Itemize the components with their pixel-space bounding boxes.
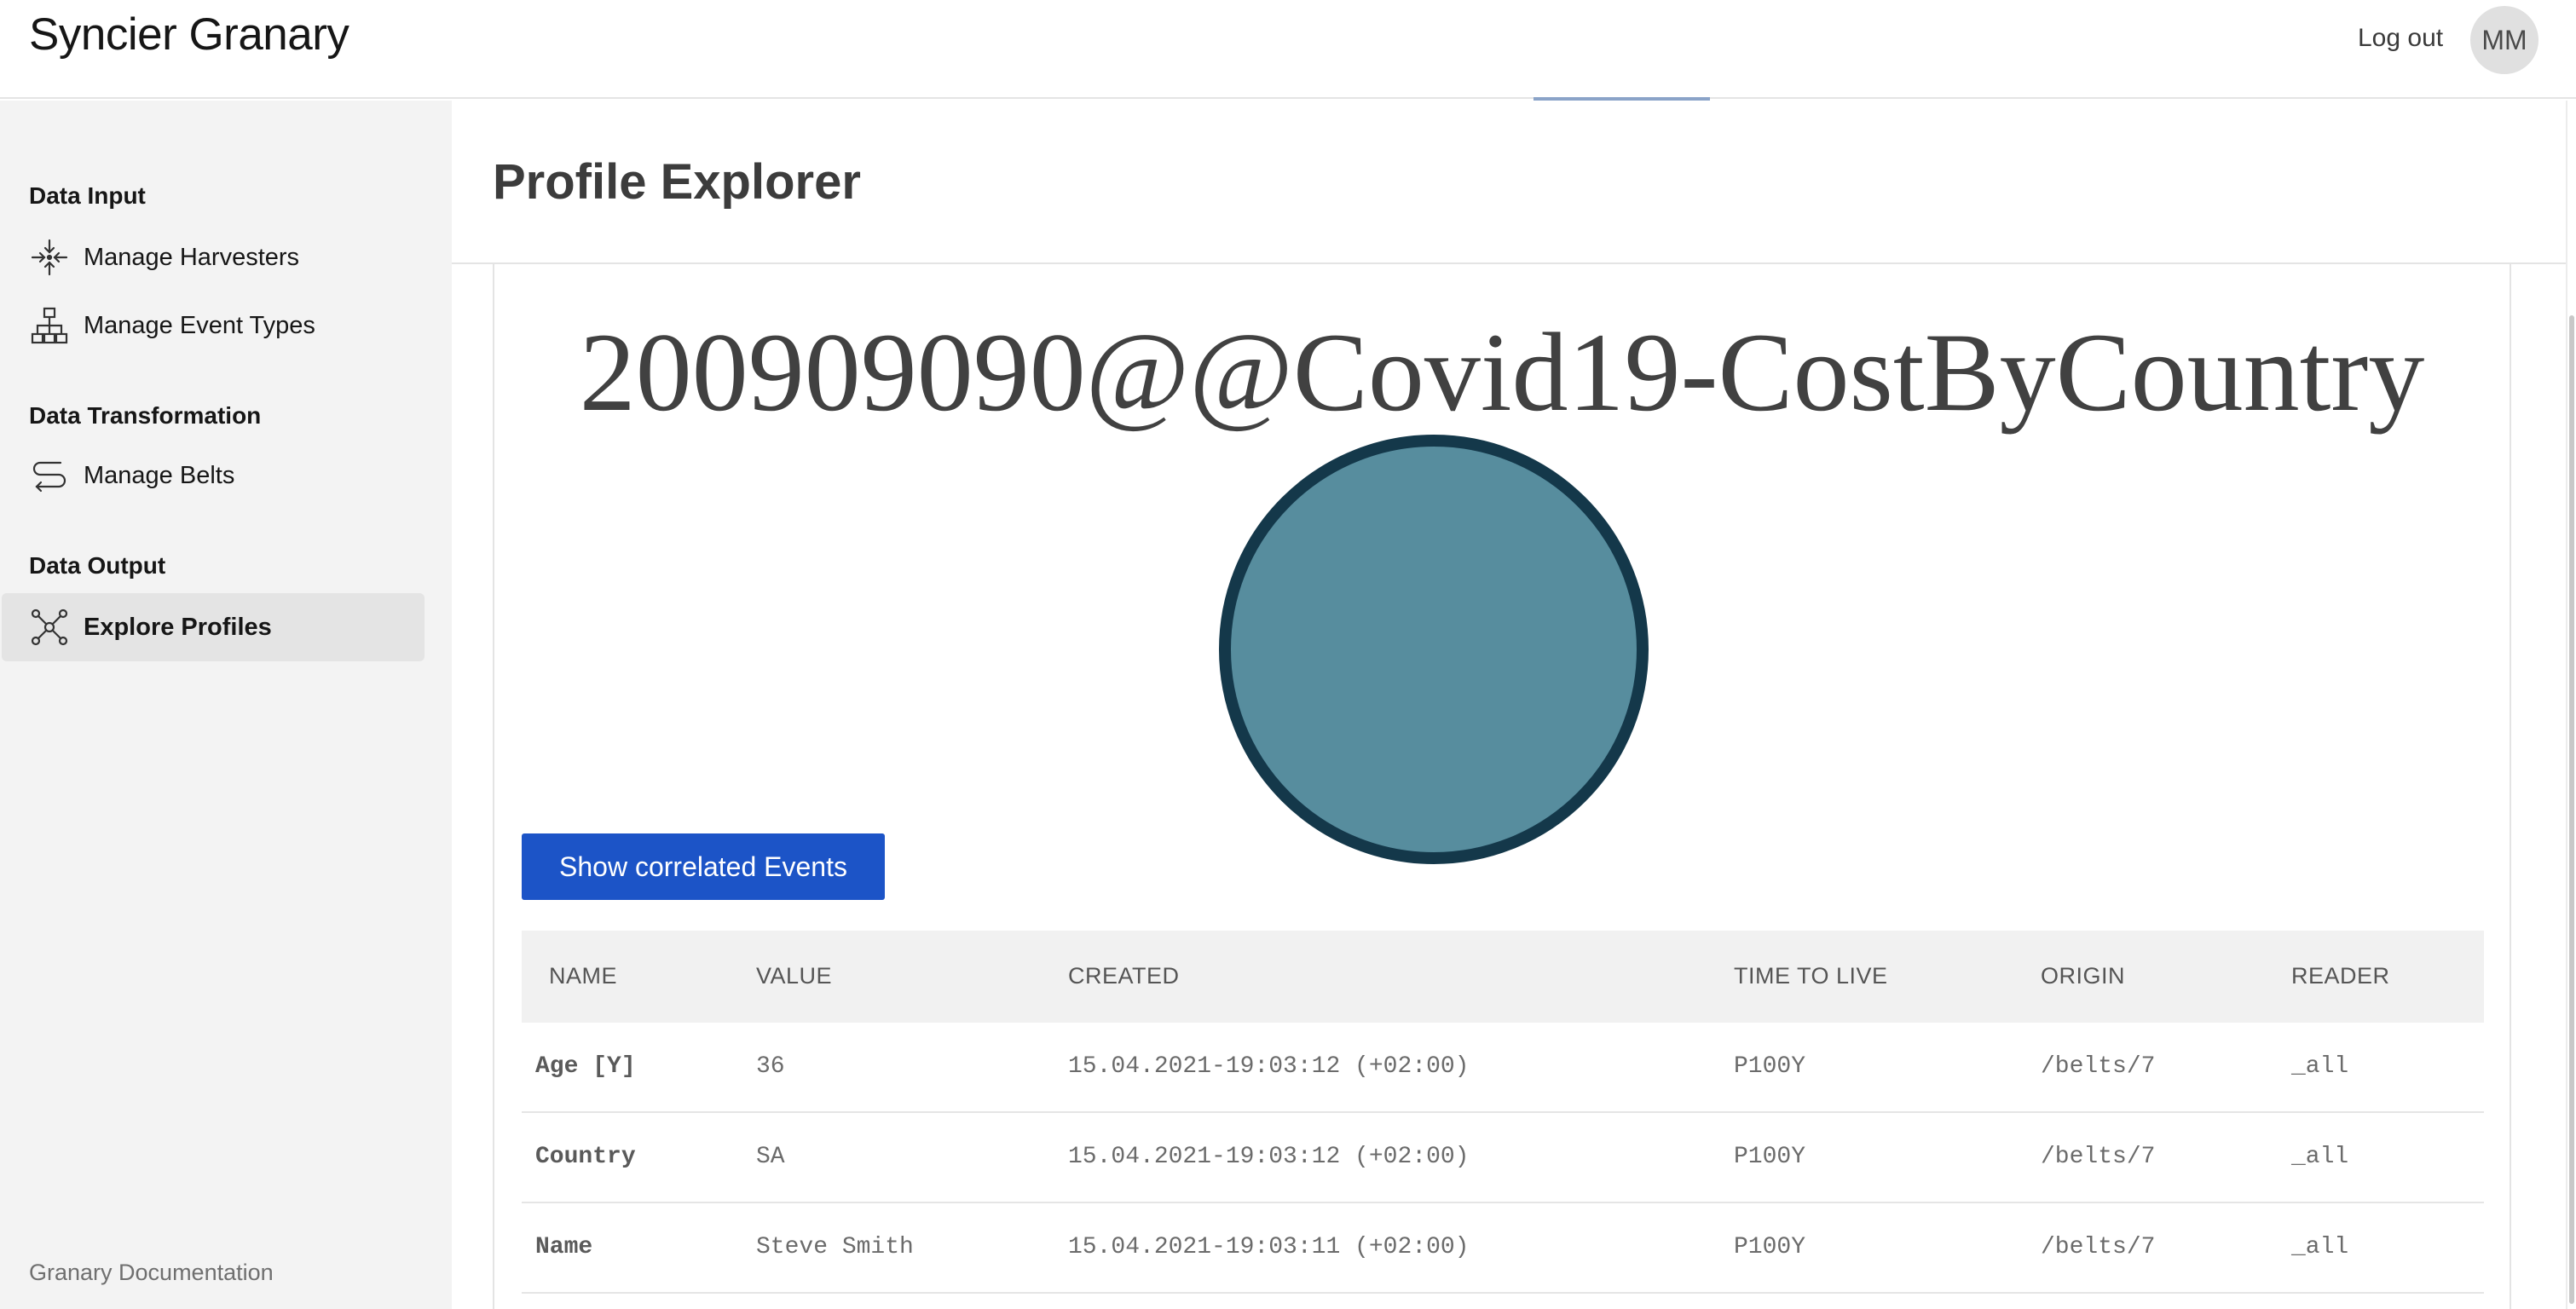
nav-heading-data-transformation: Data Transformation bbox=[29, 402, 262, 429]
sidebar-item-label: Manage Harvesters bbox=[84, 243, 300, 271]
column-header-ttl[interactable]: TIME TO LIVE bbox=[1734, 963, 1888, 989]
sidebar-item-label: Manage Belts bbox=[84, 461, 235, 489]
cell-reader: _all bbox=[2291, 1144, 2349, 1170]
cell-reader: _all bbox=[2291, 1053, 2349, 1080]
profile-id-heading: 200909090@@Covid19-CostByCountry bbox=[579, 309, 2425, 435]
cell-value: SA bbox=[756, 1144, 785, 1170]
cell-ttl: P100Y bbox=[1734, 1053, 1806, 1080]
cell-origin: /belts/7 bbox=[2041, 1144, 2156, 1170]
page-title: Profile Explorer bbox=[493, 154, 861, 210]
user-avatar[interactable]: MM bbox=[2470, 6, 2538, 74]
table-header: NAME VALUE CREATED TIME TO LIVE ORIGIN R… bbox=[522, 931, 2484, 1023]
cell-ttl: P100Y bbox=[1734, 1144, 1806, 1170]
table-row[interactable]: Country SA 15.04.2021-19:03:12 (+02:00) … bbox=[522, 1113, 2484, 1203]
sidebar-item-label: Manage Event Types bbox=[84, 311, 315, 339]
scrollbar-thumb[interactable] bbox=[2569, 315, 2574, 1304]
profile-attributes-table: NAME VALUE CREATED TIME TO LIVE ORIGIN R… bbox=[522, 931, 2484, 1294]
column-header-name[interactable]: NAME bbox=[549, 963, 617, 989]
cell-name: Age [Y] bbox=[535, 1053, 636, 1080]
cell-created: 15.04.2021-19:03:12 (+02:00) bbox=[1068, 1144, 1470, 1170]
cell-ttl: P100Y bbox=[1734, 1234, 1806, 1260]
sidebar-item-manage-event-types[interactable]: Manage Event Types bbox=[2, 291, 425, 360]
logout-link[interactable]: Log out bbox=[2358, 24, 2443, 53]
sidebar: Data Input Manage Harvesters Manage Even… bbox=[0, 101, 452, 1309]
nav-heading-data-input: Data Input bbox=[29, 182, 146, 209]
sidebar-item-manage-harvesters[interactable]: Manage Harvesters bbox=[2, 223, 425, 291]
cell-name: Name bbox=[535, 1234, 593, 1260]
documentation-link[interactable]: Granary Documentation bbox=[29, 1260, 274, 1286]
belt-route-icon bbox=[29, 455, 70, 496]
column-header-value[interactable]: VALUE bbox=[756, 963, 832, 989]
nav-heading-data-output: Data Output bbox=[29, 552, 166, 579]
app-title[interactable]: Syncier Granary bbox=[29, 9, 349, 61]
cell-created: 15.04.2021-19:03:11 (+02:00) bbox=[1068, 1234, 1470, 1260]
cell-reader: _all bbox=[2291, 1234, 2349, 1260]
harvester-icon bbox=[29, 237, 70, 278]
top-header: Syncier Granary Log out MM bbox=[0, 0, 2576, 101]
network-icon bbox=[29, 607, 70, 648]
show-correlated-events-button[interactable]: Show correlated Events bbox=[522, 833, 885, 900]
sidebar-item-explore-profiles[interactable]: Explore Profiles bbox=[2, 593, 425, 661]
table-row[interactable]: Name Steve Smith 15.04.2021-19:03:11 (+0… bbox=[522, 1203, 2484, 1294]
table-row[interactable]: Age [Y] 36 15.04.2021-19:03:12 (+02:00) … bbox=[522, 1023, 2484, 1113]
profile-node-circle[interactable] bbox=[1219, 435, 1649, 864]
cell-origin: /belts/7 bbox=[2041, 1053, 2156, 1080]
cell-value: 36 bbox=[756, 1053, 785, 1080]
column-header-created[interactable]: CREATED bbox=[1068, 963, 1180, 989]
hierarchy-icon bbox=[29, 305, 70, 346]
sidebar-item-label: Explore Profiles bbox=[84, 613, 272, 641]
column-header-origin[interactable]: ORIGIN bbox=[2041, 963, 2125, 989]
cell-value: Steve Smith bbox=[756, 1234, 914, 1260]
sidebar-item-manage-belts[interactable]: Manage Belts bbox=[2, 441, 425, 510]
cell-origin: /belts/7 bbox=[2041, 1234, 2156, 1260]
column-header-reader[interactable]: READER bbox=[2291, 963, 2390, 989]
cell-name: Country bbox=[535, 1144, 636, 1170]
cell-created: 15.04.2021-19:03:12 (+02:00) bbox=[1068, 1053, 1470, 1080]
page-header: Profile Explorer bbox=[452, 101, 2567, 264]
